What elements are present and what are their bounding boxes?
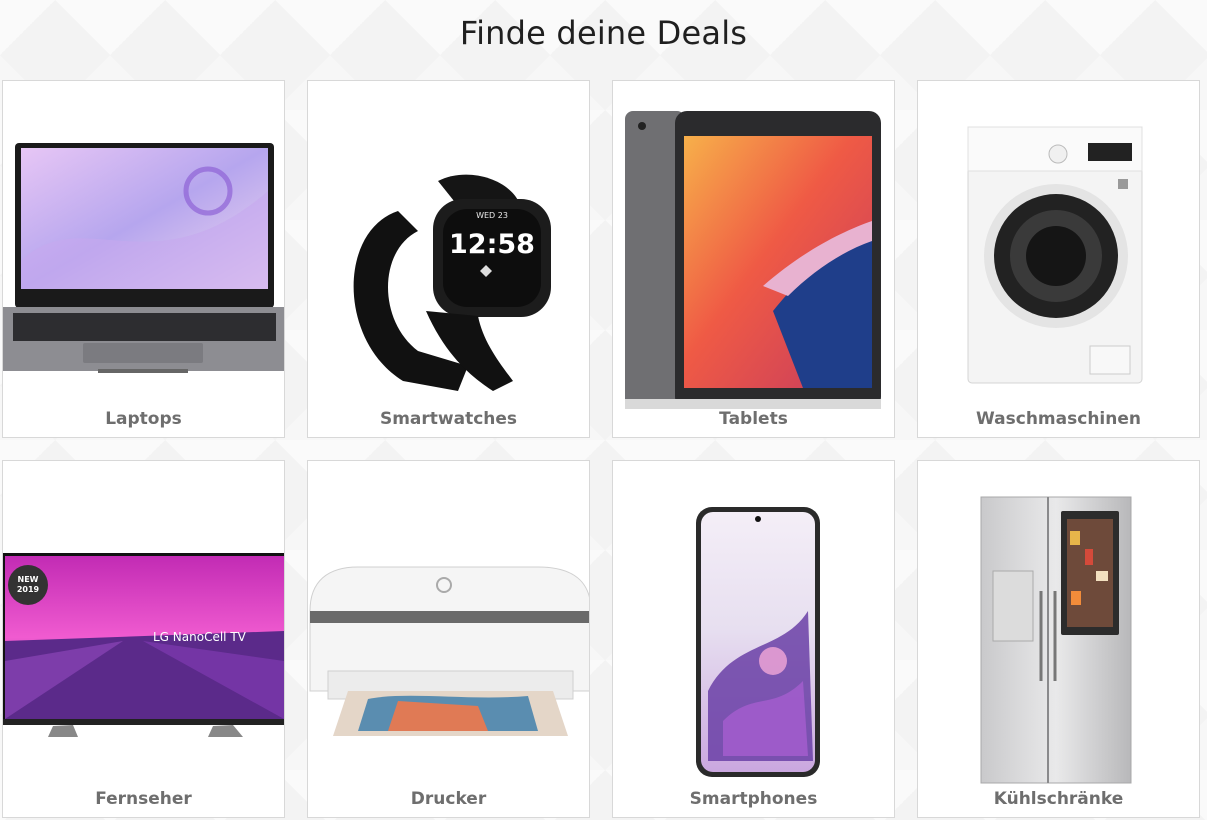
category-card-smartphones[interactable]: Smartphones xyxy=(612,460,895,818)
laptop-image xyxy=(3,143,284,373)
category-label: Waschmaschinen xyxy=(976,409,1141,429)
smartphone-image xyxy=(696,507,820,777)
category-label: Kühlschränke xyxy=(993,789,1124,809)
category-card-tablets[interactable]: Tablets xyxy=(612,80,895,438)
category-grid: Laptops WED 23 12:58 Smartwatches Tablet… xyxy=(2,80,1204,820)
category-label: Smartphones xyxy=(689,789,818,809)
printer-image xyxy=(309,566,589,736)
tv-brand: LG NanoCell TV xyxy=(153,630,247,644)
smartwatch-image: WED 23 12:58 xyxy=(353,174,551,391)
category-label: Smartwatches xyxy=(379,409,518,429)
category-card-fernseher[interactable]: NEW 2019 LG NanoCell TV Fernseher xyxy=(2,460,285,818)
watch-time: 12:58 xyxy=(449,229,535,260)
category-card-kuehlschraenke[interactable]: Kühlschränke xyxy=(917,460,1200,818)
tv-badge-line2: 2019 xyxy=(17,585,40,594)
tv-image: NEW 2019 LG NanoCell TV xyxy=(3,553,284,737)
page-title: Finde deine Deals xyxy=(459,14,748,52)
category-label: Fernseher xyxy=(95,789,192,809)
fridge-image xyxy=(980,496,1132,784)
category-card-smartwatches[interactable]: WED 23 12:58 Smartwatches xyxy=(307,80,590,438)
category-card-laptops[interactable]: Laptops xyxy=(2,80,285,438)
category-card-waschmaschinen[interactable]: Waschmaschinen xyxy=(917,80,1200,438)
tablet-image xyxy=(625,111,881,409)
tv-badge-line1: NEW xyxy=(18,575,39,584)
category-card-drucker[interactable]: Drucker xyxy=(307,460,590,818)
category-label: Tablets xyxy=(719,409,788,429)
category-label: Drucker xyxy=(410,789,487,809)
washing-machine-image xyxy=(967,126,1143,384)
category-label: Laptops xyxy=(105,409,182,429)
watch-date: WED 23 xyxy=(476,211,508,220)
